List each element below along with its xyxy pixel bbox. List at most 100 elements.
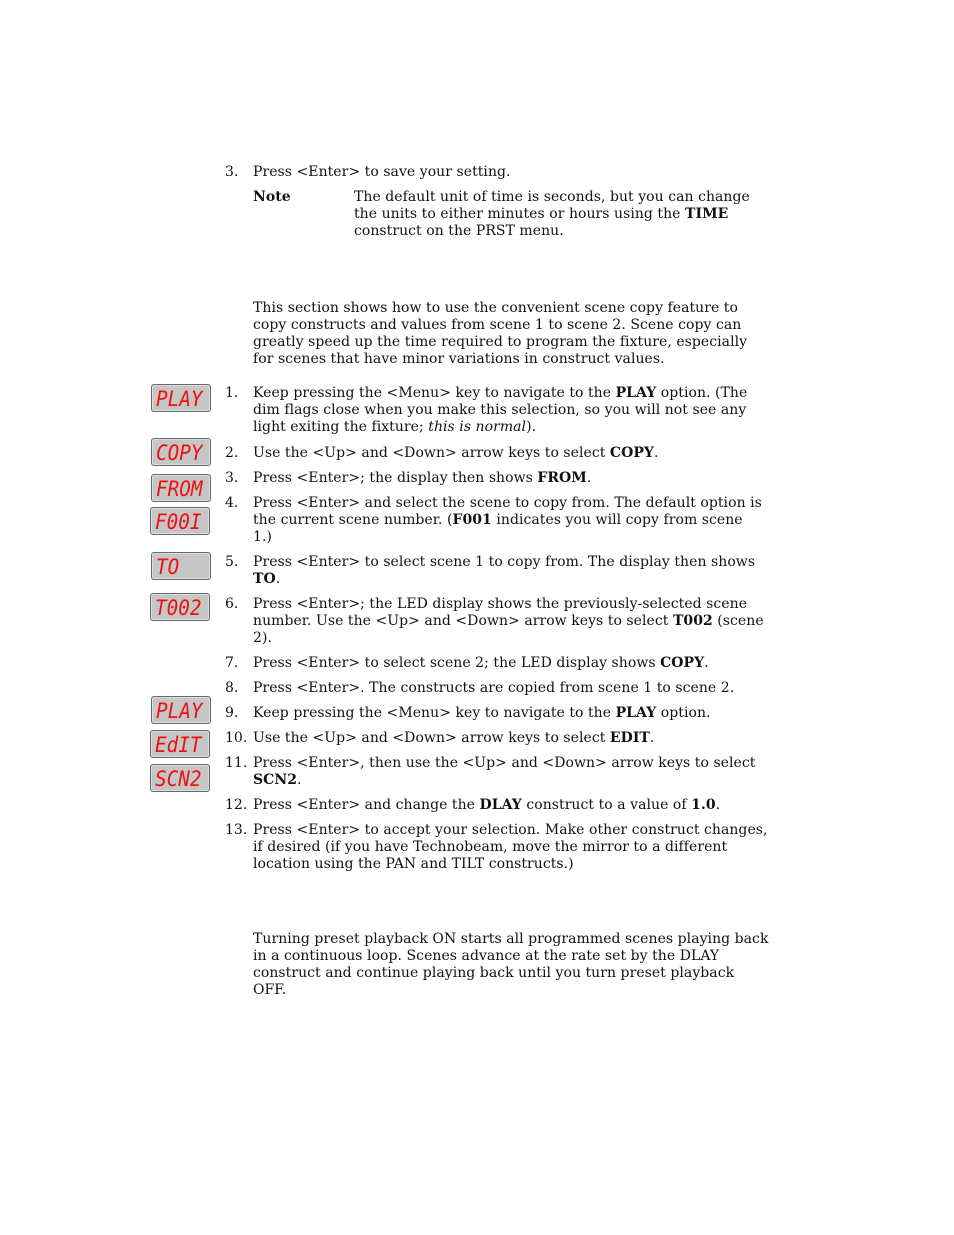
led-display: COPY <box>151 438 211 466</box>
text-run: Press <Enter>; the display then shows <box>253 470 538 486</box>
paragraph-line: copy constructs and values from scene 1 … <box>253 317 742 333</box>
bold-term: 1.0 <box>691 797 716 813</box>
text-run: ). <box>526 419 537 435</box>
step-number: 5. <box>225 554 239 570</box>
text-run: construct to a value of <box>521 797 692 813</box>
text-run: Use the <Up> and <Down> arrow keys to se… <box>253 445 610 461</box>
note-line: construct on the PRST menu. <box>354 223 564 240</box>
step-line: 1.) <box>253 529 272 546</box>
bold-term: EDIT <box>609 730 650 746</box>
text-run: Press <Enter> and select the scene to co… <box>253 495 762 511</box>
paragraph-line: for scenes that have minor variations in… <box>253 351 665 367</box>
text-run: (scene <box>712 613 764 629</box>
text-run: 1.) <box>253 529 272 545</box>
text-run: option. <box>656 705 711 721</box>
paragraph-line: in a continuous loop. Scenes advance at … <box>253 948 720 964</box>
text-run: indicates you will copy from scene <box>491 512 743 528</box>
text-run: light exiting the fixture; <box>253 419 429 435</box>
step-number: 8. <box>225 680 239 696</box>
text-run: Press <Enter> to select scene 1 to copy … <box>253 554 756 570</box>
led-text: TO <box>156 555 180 579</box>
led-text: EdIT <box>155 733 202 757</box>
text-run: . <box>275 571 281 587</box>
step-line: SCN2. <box>253 772 302 789</box>
step-number: 4. <box>225 495 239 511</box>
led-display: PLAY <box>151 384 211 412</box>
text-run: Keep pressing the <Menu> key to navigate… <box>253 705 616 721</box>
step-line: Press <Enter> and change the DLAY constr… <box>253 797 720 814</box>
step-number: 6. <box>225 596 239 612</box>
step-line: dim flags close when you make this selec… <box>253 402 746 419</box>
step-number: 9. <box>225 705 239 721</box>
bold-term: DLAY <box>479 797 522 813</box>
text-run: Press <Enter>, then use the <Up> and <Do… <box>253 755 756 771</box>
text-run: Press <Enter> and change the <box>253 797 480 813</box>
step-number: 1. <box>225 385 239 401</box>
paragraph-line: Turning preset playback ON starts all pr… <box>253 931 769 947</box>
text-run: The default unit of time is seconds, but… <box>354 189 750 205</box>
text-run: the current scene number. ( <box>253 512 453 528</box>
step-number: 12. <box>225 797 248 813</box>
text-run: Press <Enter> to select scene 2; the LED… <box>253 655 661 671</box>
step-number: 2. <box>225 445 239 461</box>
step-text: Press <Enter> to save your setting. <box>253 164 511 180</box>
bold-term: PLAY <box>615 705 657 721</box>
text-run: . <box>297 772 302 788</box>
step-number: 3. <box>225 164 239 180</box>
step-line: if desired (if you have Technobeam, move… <box>253 839 727 856</box>
step-line: Use the <Up> and <Down> arrow keys to se… <box>253 730 654 747</box>
text-run: the units to either minutes or hours usi… <box>354 206 686 222</box>
led-text: T002 <box>155 596 202 620</box>
text-run: if desired (if you have Technobeam, move… <box>253 839 728 855</box>
step-line: light exiting the fixture; this is norma… <box>253 419 536 436</box>
text-run: . <box>653 445 659 461</box>
bold-term: TIME <box>685 206 729 222</box>
led-text: COPY <box>156 441 203 465</box>
led-display: SCN2 <box>150 764 210 792</box>
text-run: dim flags close when you make this selec… <box>253 402 747 418</box>
text-run: . <box>704 655 709 671</box>
step-line: location using the PAN and TILT construc… <box>253 856 574 873</box>
step-line: Press <Enter>; the LED display shows the… <box>253 596 747 613</box>
step-line: Press <Enter> to accept your selection. … <box>253 822 768 839</box>
led-text: F00I <box>155 510 202 534</box>
led-text: PLAY <box>156 387 203 411</box>
led-text: SCN2 <box>155 767 202 791</box>
bold-term: COPY <box>609 445 654 461</box>
step-line: Keep pressing the <Menu> key to navigate… <box>253 705 711 722</box>
note-line: The default unit of time is seconds, but… <box>354 189 750 206</box>
paragraph-line: construct and continue playing back unti… <box>253 965 735 981</box>
text-run: Use the <Up> and <Down> arrow keys to se… <box>253 730 610 746</box>
paragraph-line: greatly speed up the time required to pr… <box>253 334 748 350</box>
text-run: construct on the PRST menu. <box>354 223 564 239</box>
step-number: 7. <box>225 655 239 671</box>
text-run: option. (The <box>656 385 748 401</box>
step-number: 13. <box>225 822 248 838</box>
step-line: TO. <box>253 571 280 588</box>
step-line: Press <Enter>. The constructs are copied… <box>253 680 734 697</box>
bold-term: PLAY <box>615 385 657 401</box>
step-line: Use the <Up> and <Down> arrow keys to se… <box>253 445 659 462</box>
note-line: the units to either minutes or hours usi… <box>354 206 728 223</box>
paragraph-line: This section shows how to use the conven… <box>253 300 738 316</box>
step-line: Press <Enter> and select the scene to co… <box>253 495 762 512</box>
led-display: F00I <box>150 507 210 535</box>
step-number: 3. <box>225 470 239 486</box>
step-line: Keep pressing the <Menu> key to navigate… <box>253 385 747 402</box>
led-display: T002 <box>150 593 210 621</box>
text-run: Press <Enter>. The constructs are copied… <box>253 680 735 696</box>
text-run: Keep pressing the <Menu> key to navigate… <box>253 385 616 401</box>
led-text: FROM <box>156 477 203 501</box>
step-line: Press <Enter> to select scene 1 to copy … <box>253 554 755 571</box>
step-line: 2). <box>253 630 272 647</box>
step-line: number. Use the <Up> and <Down> arrow ke… <box>253 613 764 630</box>
note-label: Note <box>253 189 291 205</box>
bold-term: SCN2 <box>253 772 297 788</box>
bold-term: TO <box>253 571 276 587</box>
bold-term: COPY <box>660 655 705 671</box>
text-run: number. Use the <Up> and <Down> arrow ke… <box>253 613 673 629</box>
manual-page: 3. Press <Enter> to save your setting. N… <box>0 0 954 1235</box>
led-display: FROM <box>151 474 211 502</box>
step-line: Press <Enter>, then use the <Up> and <Do… <box>253 755 755 772</box>
step-line: the current scene number. (F001 indicate… <box>253 512 743 529</box>
